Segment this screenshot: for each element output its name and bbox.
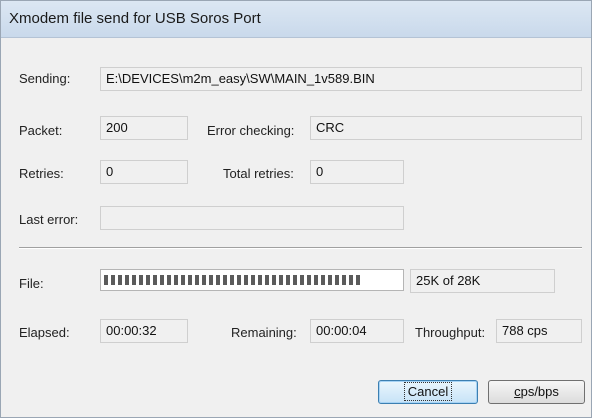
file-progress-fill bbox=[104, 275, 360, 285]
packet-field: 200 bbox=[100, 116, 188, 140]
total-retries-field: 0 bbox=[310, 160, 404, 184]
throughput-field: 788 cps bbox=[496, 319, 582, 343]
error-checking-label: Error checking: bbox=[207, 123, 295, 138]
sending-path-field: E:\DEVICES\m2m_easy\SW\MAIN_1v589.BIN bbox=[100, 67, 582, 91]
elapsed-label: Elapsed: bbox=[19, 325, 70, 340]
sending-label: Sending: bbox=[19, 71, 71, 86]
file-label: File: bbox=[19, 276, 44, 291]
throughput-label: Throughput: bbox=[415, 325, 486, 340]
remaining-label: Remaining: bbox=[231, 325, 297, 340]
cps-bps-button[interactable]: cps/bps bbox=[488, 380, 585, 404]
remaining-field: 00:00:04 bbox=[310, 319, 404, 343]
separator-line bbox=[19, 247, 582, 249]
retries-label: Retries: bbox=[19, 166, 64, 181]
window-title: Xmodem file send for USB Soros Port bbox=[9, 10, 261, 27]
file-progress-bar bbox=[100, 269, 404, 291]
xmodem-send-dialog: Xmodem file send for USB Soros Port Send… bbox=[0, 0, 592, 418]
title-bar[interactable]: Xmodem file send for USB Soros Port bbox=[1, 1, 591, 38]
elapsed-field: 00:00:32 bbox=[100, 319, 188, 343]
cancel-button[interactable]: Cancel bbox=[378, 380, 478, 404]
cps-bps-button-label: cps/bps bbox=[514, 384, 559, 399]
last-error-field bbox=[100, 206, 404, 230]
packet-label: Packet: bbox=[19, 123, 63, 138]
error-checking-field: CRC bbox=[310, 116, 582, 140]
file-size-status-field: 25K of 28K bbox=[410, 269, 555, 293]
total-retries-label: Total retries: bbox=[223, 166, 294, 181]
cancel-button-label: Cancel bbox=[403, 382, 453, 401]
retries-field: 0 bbox=[100, 160, 188, 184]
last-error-label: Last error: bbox=[19, 212, 79, 227]
